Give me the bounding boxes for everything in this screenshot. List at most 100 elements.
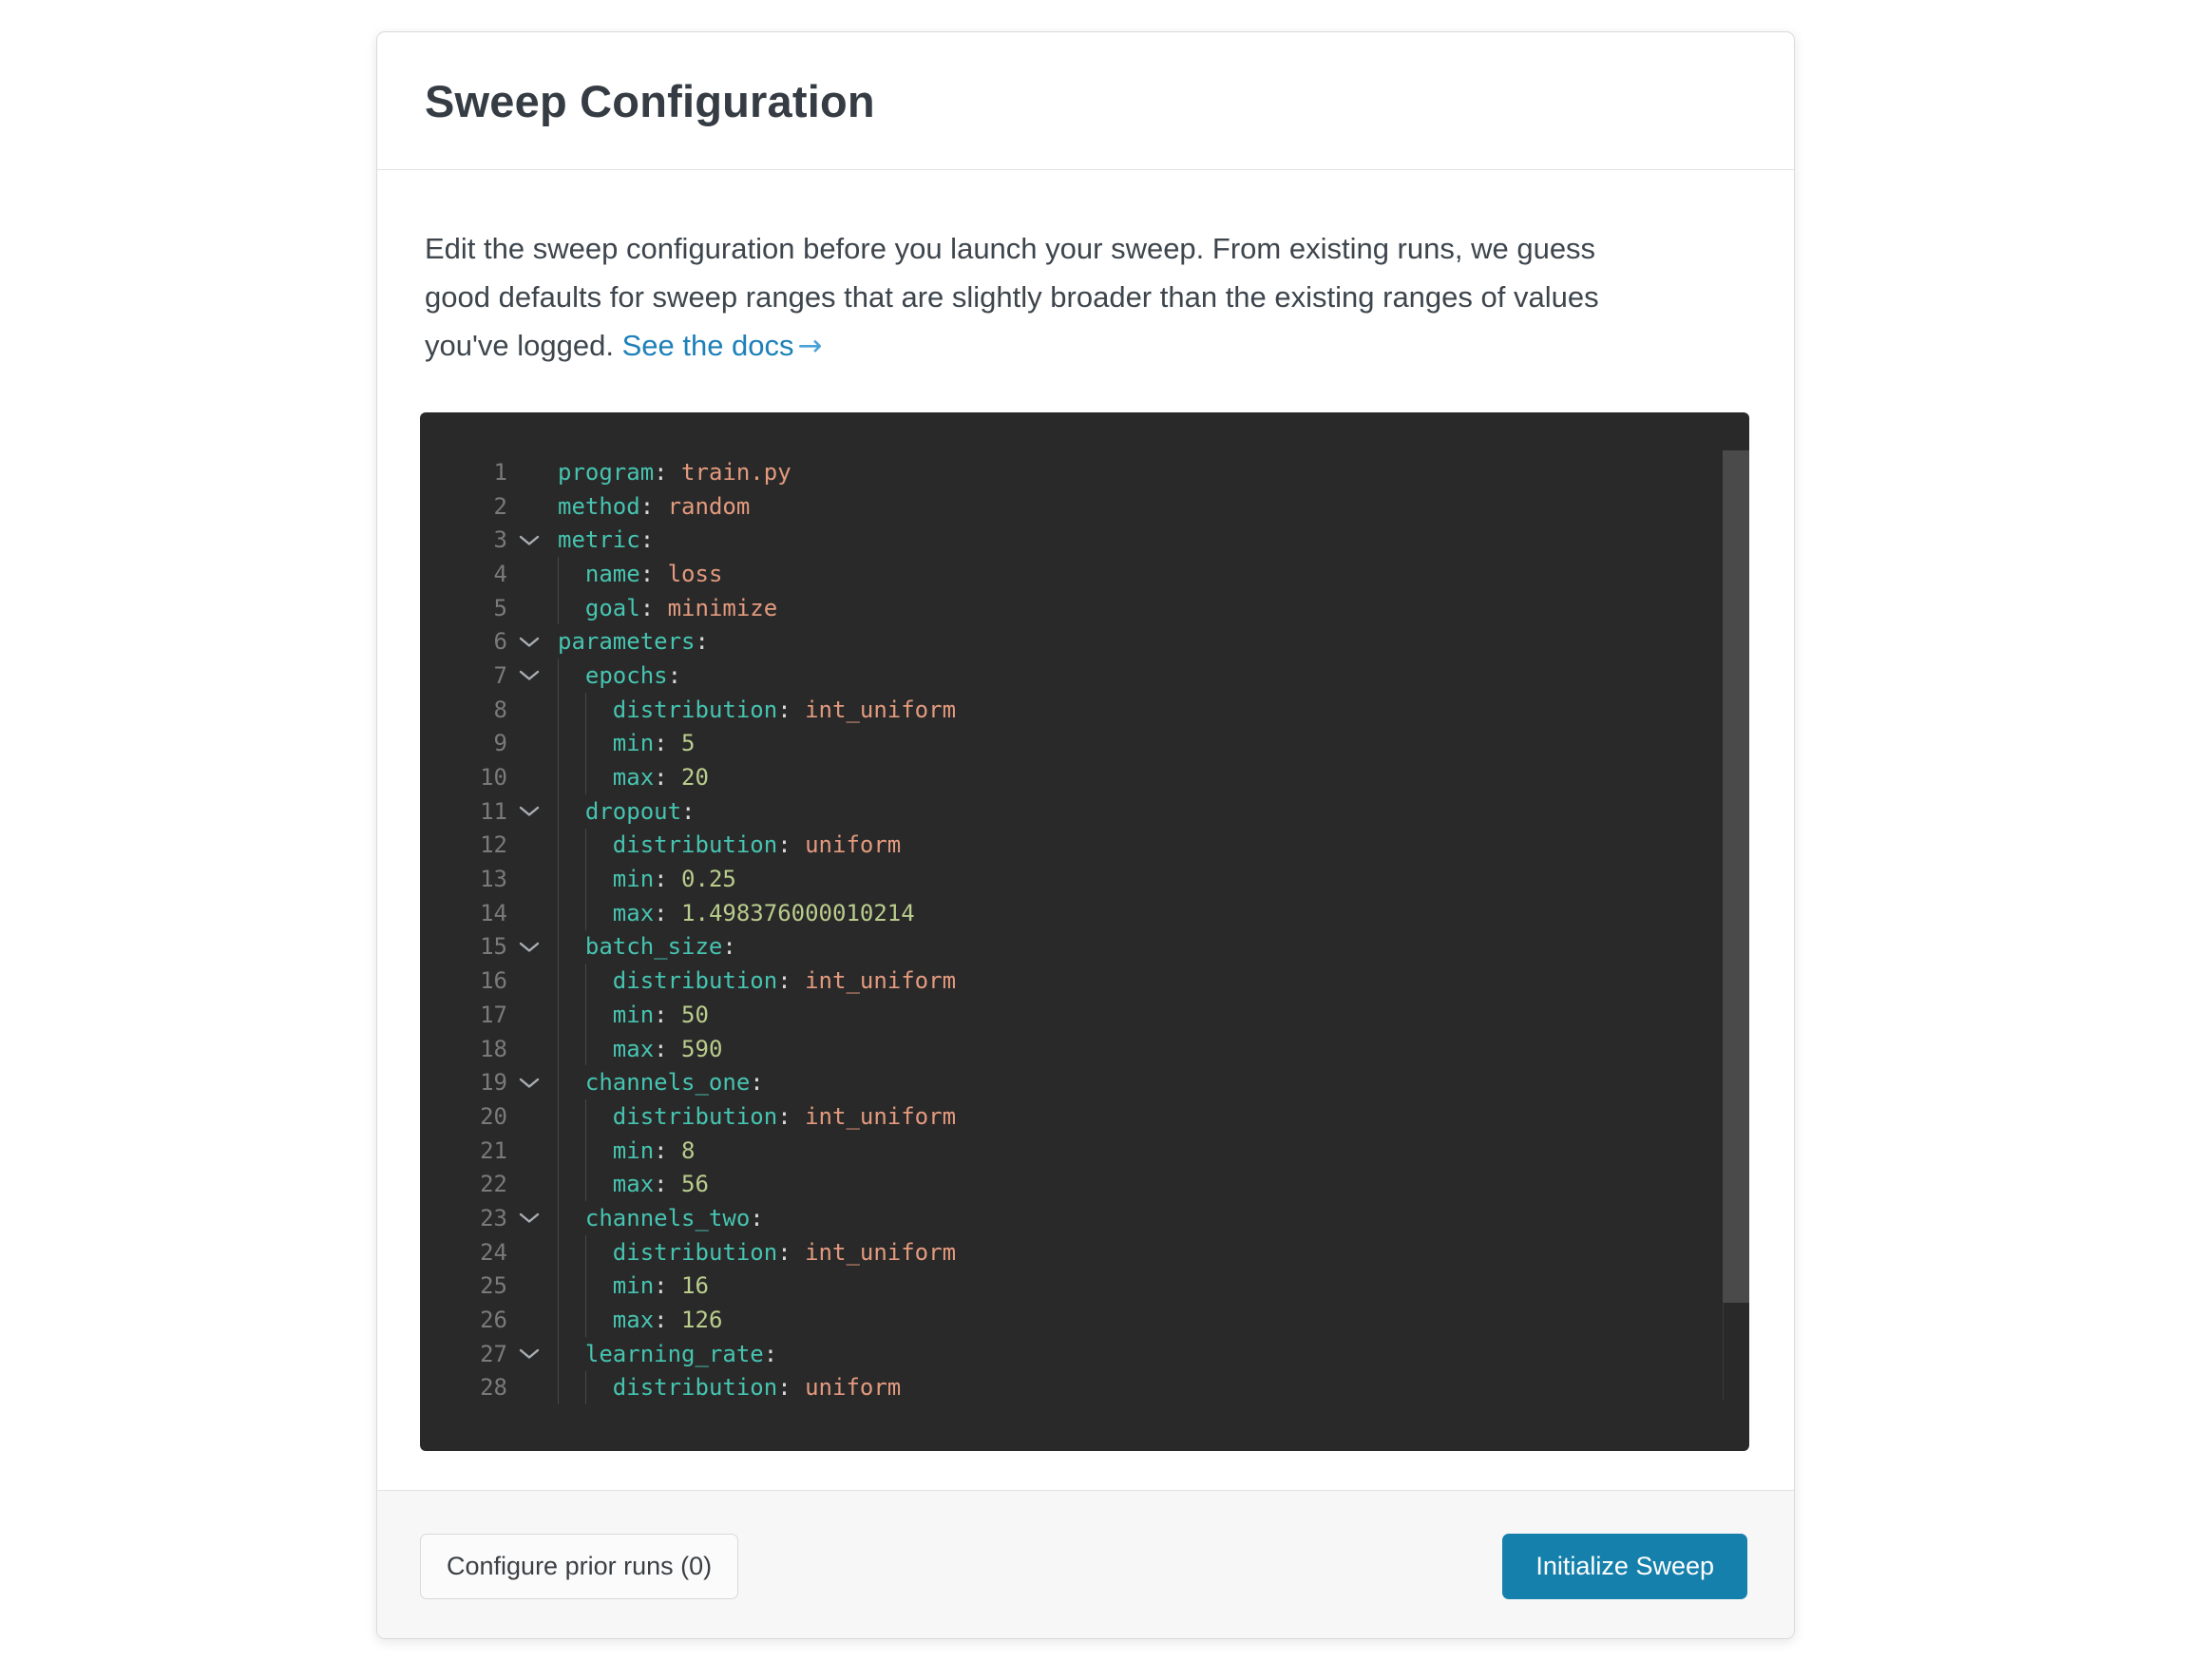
- yaml-colon: :: [640, 526, 654, 553]
- yaml-colon: :: [654, 866, 667, 892]
- line-number: 11: [420, 798, 507, 825]
- code-text: goal: minimize: [551, 591, 1749, 625]
- indent-guide: [558, 1099, 559, 1134]
- code-line[interactable]: 8distribution: int_uniform: [420, 693, 1749, 727]
- line-number: 5: [420, 595, 507, 621]
- yaml-value: 5: [668, 730, 696, 756]
- indent-guide: [558, 760, 559, 794]
- code-line[interactable]: 21min: 8: [420, 1134, 1749, 1168]
- code-line[interactable]: 9min: 5: [420, 727, 1749, 761]
- yaml-key: max: [613, 1307, 654, 1333]
- code-text: distribution: int_uniform: [551, 1235, 1749, 1270]
- description-line: you've logged. See the docs→: [425, 321, 1755, 371]
- chevron-down-icon[interactable]: [507, 1347, 551, 1360]
- code-line[interactable]: 20distribution: int_uniform: [420, 1099, 1749, 1134]
- code-line[interactable]: 26max: 126: [420, 1303, 1749, 1337]
- code-line[interactable]: 14max: 1.498376000010214: [420, 896, 1749, 930]
- code-text: dropout:: [551, 794, 1749, 829]
- code-line[interactable]: 3metric:: [420, 523, 1749, 557]
- indent-guide: [585, 760, 586, 794]
- line-number: 4: [420, 561, 507, 587]
- code-line[interactable]: 19channels_one:: [420, 1065, 1749, 1099]
- chevron-down-icon[interactable]: [507, 805, 551, 817]
- line-number: 2: [420, 493, 507, 520]
- yaml-colon: :: [696, 628, 709, 655]
- line-number: 28: [420, 1374, 507, 1401]
- indent-guide: [585, 1167, 586, 1201]
- code-text: parameters:: [551, 624, 1749, 659]
- code-line[interactable]: 17min: 50: [420, 998, 1749, 1032]
- code-text: max: 590: [551, 1032, 1749, 1066]
- yaml-colon: :: [681, 798, 695, 825]
- code-line[interactable]: 12distribution: uniform: [420, 829, 1749, 863]
- chevron-down-icon[interactable]: [507, 636, 551, 648]
- yaml-value: 0.25: [668, 866, 736, 892]
- line-number: 20: [420, 1103, 507, 1130]
- code-line[interactable]: 25min: 16: [420, 1270, 1749, 1304]
- indent-guide: [558, 896, 559, 930]
- indent-guide: [585, 727, 586, 761]
- arrow-right-icon: →: [798, 329, 823, 363]
- code-line[interactable]: 15batch_size:: [420, 930, 1749, 964]
- code-line[interactable]: 28distribution: uniform: [420, 1371, 1749, 1405]
- indent-guide: [585, 998, 586, 1032]
- yaml-key: method: [558, 493, 640, 520]
- indent-guide: [558, 1303, 559, 1337]
- yaml-colon: :: [654, 1272, 667, 1299]
- yaml-colon: :: [750, 1069, 763, 1096]
- code-line[interactable]: 1program: train.py: [420, 455, 1749, 489]
- yaml-colon: :: [654, 764, 667, 791]
- line-number: 24: [420, 1239, 507, 1266]
- line-number: 25: [420, 1272, 507, 1299]
- indent-guide: [585, 896, 586, 930]
- code-line[interactable]: 5 goal: minimize: [420, 591, 1749, 625]
- code-line[interactable]: 16distribution: int_uniform: [420, 964, 1749, 998]
- yaml-value: train.py: [668, 459, 791, 486]
- code-line[interactable]: 7epochs:: [420, 659, 1749, 693]
- code-text: name: loss: [551, 557, 1749, 591]
- yaml-value: 126: [668, 1307, 723, 1333]
- yaml-colon: :: [777, 697, 791, 723]
- indent-guide: [558, 659, 559, 693]
- chevron-down-icon[interactable]: [507, 941, 551, 953]
- see-the-docs-link[interactable]: See the docs→: [622, 329, 823, 362]
- indent-guide: [558, 1201, 559, 1235]
- code-line[interactable]: 18max: 590: [420, 1032, 1749, 1066]
- indent-guide: [558, 964, 559, 998]
- code-line[interactable]: 27learning_rate:: [420, 1337, 1749, 1371]
- yaml-colon: :: [777, 831, 791, 858]
- code-line[interactable]: 24 distribution: int_uniform: [420, 1235, 1749, 1270]
- line-number: 6: [420, 628, 507, 655]
- code-line[interactable]: 2method: random: [420, 489, 1749, 524]
- code-text: program: train.py: [551, 455, 1749, 489]
- yaml-colon: :: [654, 900, 667, 926]
- line-number: 13: [420, 866, 507, 892]
- yaml-value: loss: [654, 561, 722, 587]
- yaml-colon: :: [640, 493, 654, 520]
- code-line[interactable]: 13min: 0.25: [420, 862, 1749, 896]
- chevron-down-icon[interactable]: [507, 1077, 551, 1089]
- chevron-down-icon[interactable]: [507, 669, 551, 681]
- yaml-colon: :: [722, 933, 735, 960]
- chevron-down-icon[interactable]: [507, 1212, 551, 1224]
- line-number: 21: [420, 1137, 507, 1164]
- yaml-key: distribution: [613, 967, 777, 994]
- code-line[interactable]: 10max: 20: [420, 760, 1749, 794]
- configure-prior-runs-button[interactable]: Configure prior runs (0): [420, 1534, 738, 1599]
- code-line[interactable]: 11 dropout:: [420, 794, 1749, 829]
- editor-scrollbar[interactable]: [1723, 450, 1749, 1303]
- chevron-down-icon[interactable]: [507, 534, 551, 546]
- yaml-key: dropout: [585, 798, 681, 825]
- sweep-config-editor[interactable]: 1program: train.py2method: random3metric…: [420, 412, 1749, 1451]
- yaml-colon: :: [654, 1002, 667, 1028]
- code-line[interactable]: 22max: 56: [420, 1167, 1749, 1201]
- line-number: 22: [420, 1171, 507, 1197]
- yaml-key: distribution: [613, 1239, 777, 1266]
- code-line[interactable]: 6 parameters:: [420, 624, 1749, 659]
- code-line[interactable]: 4 name: loss: [420, 557, 1749, 591]
- yaml-colon: :: [654, 459, 667, 486]
- code-line[interactable]: 23channels_two:: [420, 1201, 1749, 1235]
- initialize-sweep-button[interactable]: Initialize Sweep: [1502, 1534, 1747, 1599]
- yaml-colon: :: [640, 595, 654, 621]
- yaml-colon: :: [654, 1036, 667, 1062]
